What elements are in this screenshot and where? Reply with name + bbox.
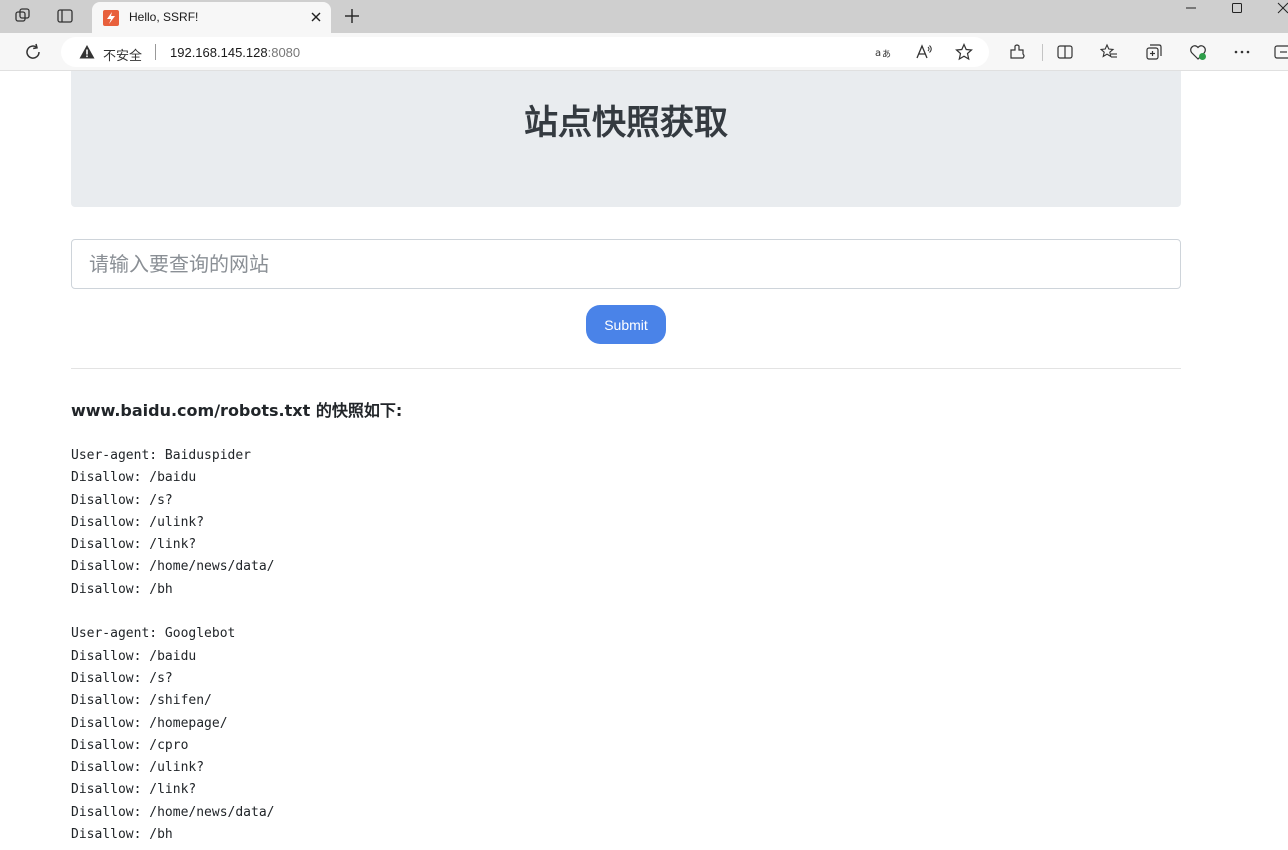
page-header-jumbotron: 站点快照获取 xyxy=(71,71,1181,207)
robots-line: User-agent: Googlebot xyxy=(71,626,236,642)
robots-line: Disallow: /shifen/ xyxy=(71,693,212,709)
robots-line: Disallow: /baidu xyxy=(71,470,197,486)
security-label[interactable]: 不安全 xyxy=(103,45,142,64)
url-port: :8080 xyxy=(267,45,301,60)
refresh-icon[interactable] xyxy=(23,42,43,62)
url-host: 192.168.145.128 xyxy=(170,45,268,60)
workspaces-icon[interactable] xyxy=(14,7,32,25)
read-aloud-icon[interactable] xyxy=(915,43,933,61)
submit-button[interactable]: Submit xyxy=(586,305,666,344)
sidebar-toggle-icon[interactable] xyxy=(1274,43,1288,61)
robots-line: Disallow: /homepage/ xyxy=(71,715,228,731)
tab-strip: Hello, SSRF! xyxy=(0,0,1288,33)
close-tab-icon[interactable] xyxy=(307,8,325,26)
favorite-star-icon[interactable] xyxy=(955,43,973,61)
robots-line: Disallow: /s? xyxy=(71,670,173,686)
favorites-icon[interactable] xyxy=(1100,43,1118,61)
close-window-icon[interactable] xyxy=(1260,0,1288,17)
tab-title: Hello, SSRF! xyxy=(129,10,199,24)
robots-line xyxy=(71,601,275,623)
svg-text:あ: あ xyxy=(882,49,891,60)
svg-text:a: a xyxy=(875,48,881,59)
vertical-tabs-icon[interactable] xyxy=(56,7,74,25)
split-screen-icon[interactable] xyxy=(1056,43,1074,61)
robots-line: Disallow: /ulink? xyxy=(71,514,205,530)
robots-line: User-agent: Baiduspider xyxy=(71,448,252,463)
new-tab-icon[interactable] xyxy=(343,7,361,25)
address-separator xyxy=(155,44,156,60)
robots-line: Disallow: /baidu xyxy=(71,648,197,664)
warning-icon[interactable] xyxy=(79,44,95,60)
robots-line: Disallow: /home/news/data/ xyxy=(71,804,275,820)
page-title: 站点快照获取 xyxy=(524,103,728,143)
browser-essentials-icon[interactable] xyxy=(1189,43,1207,61)
extensions-icon[interactable] xyxy=(1008,43,1026,61)
translate-icon[interactable]: a あ xyxy=(874,43,892,61)
url-text[interactable]: 192.168.145.128:8080 xyxy=(170,45,300,60)
collections-icon[interactable] xyxy=(1145,43,1163,61)
active-tab[interactable]: Hello, SSRF! xyxy=(92,2,331,33)
robots-line: Disallow: /bh xyxy=(71,581,173,597)
robots-line: Disallow: /home/news/data/ xyxy=(71,559,275,575)
robots-line: Disallow: /link? xyxy=(71,782,197,798)
tab-favicon-icon xyxy=(103,10,119,26)
browser-toolbar: 不安全 192.168.145.128:8080 a あ xyxy=(0,33,1288,71)
robots-line: Disallow: /s? xyxy=(71,492,173,508)
robots-line: Disallow: /link? xyxy=(71,537,197,553)
toolbar-separator xyxy=(1042,44,1043,61)
result-heading: www.baidu.com/robots.txt 的快照如下: xyxy=(71,401,403,420)
divider xyxy=(71,368,1181,369)
robots-line: Disallow: /bh xyxy=(71,827,173,843)
robots-txt-content: User-agent: Baiduspider Disallow: /baidu D… xyxy=(71,445,275,846)
address-bar[interactable]: 不安全 192.168.145.128:8080 a あ xyxy=(61,37,989,67)
maximize-icon[interactable] xyxy=(1214,0,1260,17)
robots-line: Disallow: /cpro xyxy=(71,737,189,753)
robots-line: Disallow: /ulink? xyxy=(71,760,205,776)
site-url-input[interactable] xyxy=(71,239,1181,289)
more-options-icon[interactable] xyxy=(1233,43,1251,61)
minimize-icon[interactable] xyxy=(1168,0,1214,17)
